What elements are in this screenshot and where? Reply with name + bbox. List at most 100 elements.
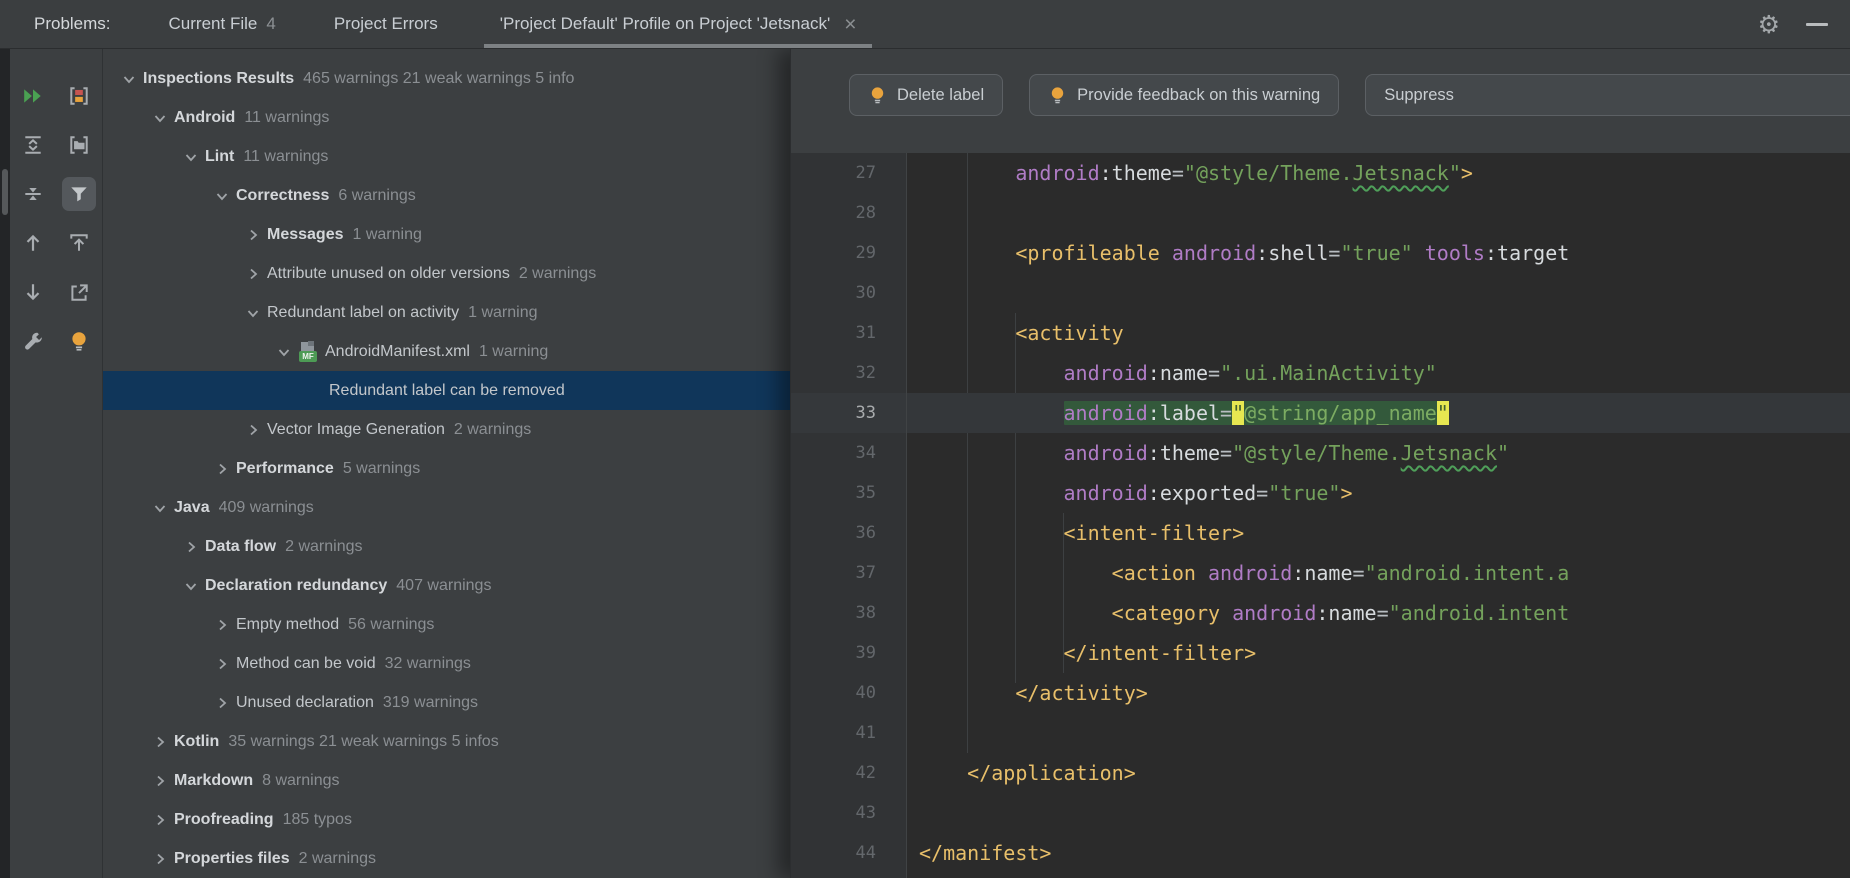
- chevron-down-icon[interactable]: [146, 110, 174, 126]
- expand-all-icon[interactable]: [16, 128, 50, 162]
- tree-item-count: 56 warnings: [348, 616, 434, 634]
- line-number: 41: [791, 713, 906, 753]
- tool-window-edge-strip: [0, 49, 10, 878]
- tab-current-file[interactable]: Current File4: [169, 0, 276, 48]
- code-editor[interactable]: 272829303132333435363738394041424344 and…: [791, 153, 1850, 878]
- hide-tool-window-icon[interactable]: [1806, 23, 1828, 26]
- code-line-39[interactable]: </intent-filter>: [907, 633, 1850, 673]
- filter-icon[interactable]: [62, 177, 96, 211]
- code-line-40[interactable]: </activity>: [907, 673, 1850, 713]
- token-s: "@style/Theme.: [1184, 161, 1353, 185]
- next-problem-icon[interactable]: [16, 275, 50, 309]
- token-n: :label: [1148, 401, 1220, 425]
- code-line-35[interactable]: android:exported="true">: [907, 473, 1850, 513]
- tab-label: 'Project Default' Profile on Project 'Je…: [500, 14, 830, 34]
- chevron-right-icon[interactable]: [239, 422, 267, 438]
- chevron-down-icon[interactable]: [177, 578, 205, 594]
- code-line-32[interactable]: android:name=".ui.MainActivity": [907, 353, 1850, 393]
- editor-gutter: 272829303132333435363738394041424344: [791, 153, 907, 878]
- tab-project-default-profile-on-project-jetsnack[interactable]: 'Project Default' Profile on Project 'Je…: [484, 0, 873, 48]
- code-line-44[interactable]: </manifest>: [907, 833, 1850, 873]
- chevron-down-icon[interactable]: [239, 305, 267, 321]
- indent: [919, 401, 1064, 425]
- tree-item-label: Performance: [236, 460, 334, 478]
- close-icon[interactable]: ×: [844, 14, 856, 35]
- code-line-42[interactable]: </application>: [907, 753, 1850, 793]
- code-line-29[interactable]: <profileable android:shell="true" tools:…: [907, 233, 1850, 273]
- token-t: </application>: [967, 761, 1136, 785]
- token-hs: @string/app_name: [1244, 401, 1437, 425]
- chevron-down-icon[interactable]: [115, 71, 143, 87]
- quick-fixes-icon[interactable]: [62, 324, 96, 358]
- previous-problem-icon[interactable]: [16, 226, 50, 260]
- token-w: [1196, 561, 1208, 585]
- chevron-right-icon[interactable]: [239, 227, 267, 243]
- tool-window-stripe-handle[interactable]: [2, 169, 8, 215]
- token-q: ": [1232, 401, 1244, 425]
- open-in-new-window-icon[interactable]: [62, 275, 96, 309]
- indent: [919, 681, 1015, 705]
- provide-feedback-on-this-warning-button[interactable]: Provide feedback on this warning: [1029, 74, 1339, 116]
- chevron-down-icon[interactable]: [208, 188, 236, 204]
- chevron-right-icon[interactable]: [208, 461, 236, 477]
- collapse-all-icon[interactable]: [16, 177, 50, 211]
- line-number: 34: [791, 433, 906, 473]
- inspection-settings-icon[interactable]: [16, 324, 50, 358]
- move-up-icon[interactable]: [62, 226, 96, 260]
- chevron-right-icon[interactable]: [239, 266, 267, 282]
- line-number: 36: [791, 513, 906, 553]
- token-s: "true": [1340, 241, 1412, 265]
- code-line-43[interactable]: [907, 793, 1850, 833]
- chevron-right-icon[interactable]: [146, 734, 174, 750]
- chevron-right-icon[interactable]: [208, 617, 236, 633]
- token-a: android: [1064, 481, 1148, 505]
- tree-item-count: 2 warnings: [285, 538, 362, 556]
- code-line-27[interactable]: android:theme="@style/Theme.Jetsnack">: [907, 153, 1850, 193]
- token-su: Jetsnack: [1401, 441, 1497, 465]
- token-t: </manifest>: [919, 841, 1051, 865]
- chevron-down-icon[interactable]: [146, 500, 174, 516]
- code-line-34[interactable]: android:theme="@style/Theme.Jetsnack": [907, 433, 1850, 473]
- chevron-right-icon[interactable]: [208, 695, 236, 711]
- code-line-30[interactable]: [907, 273, 1850, 313]
- line-number: 31: [791, 313, 906, 353]
- delete-label-button[interactable]: Delete label: [849, 74, 1003, 116]
- chevron-right-icon[interactable]: [146, 773, 174, 789]
- code-line-31[interactable]: <activity: [907, 313, 1850, 353]
- chevron-down-icon[interactable]: [270, 344, 298, 360]
- tree-item-label: Data flow: [205, 538, 276, 556]
- token-n: :name: [1316, 601, 1376, 625]
- editor-code-area[interactable]: android:theme="@style/Theme.Jetsnack"> <…: [907, 153, 1850, 878]
- suppress-button[interactable]: Suppress: [1365, 74, 1850, 116]
- chevron-right-icon[interactable]: [177, 539, 205, 555]
- indent: [919, 441, 1064, 465]
- code-line-33[interactable]: android:label="@string/app_name": [907, 393, 1850, 433]
- code-line-41[interactable]: [907, 713, 1850, 753]
- token-s: ": [1449, 161, 1461, 185]
- tree-item-count: 2 warnings: [454, 421, 531, 439]
- code-line-37[interactable]: <action android:name="android.intent.a: [907, 553, 1850, 593]
- severity-filter-icon[interactable]: [62, 79, 96, 113]
- lightbulb-icon: [1048, 85, 1067, 105]
- token-q: ": [1437, 401, 1449, 425]
- rerun-inspection-icon[interactable]: [16, 79, 50, 113]
- code-line-38[interactable]: <category android:name="android.intent: [907, 593, 1850, 633]
- group-by-directory-icon[interactable]: [62, 128, 96, 162]
- chevron-right-icon[interactable]: [146, 812, 174, 828]
- tree-item-label: Proofreading: [174, 811, 274, 829]
- tab-project-errors[interactable]: Project Errors: [334, 0, 438, 48]
- line-number: 28: [791, 193, 906, 233]
- chevron-right-icon[interactable]: [208, 656, 236, 672]
- tree-item-count: 1 warning: [468, 304, 537, 322]
- tree-item-label: Lint: [205, 148, 234, 166]
- code-line-36[interactable]: <intent-filter>: [907, 513, 1850, 553]
- token-n: :name: [1292, 561, 1352, 585]
- token-a: android: [1172, 241, 1256, 265]
- gear-icon[interactable]: ⚙: [1758, 12, 1780, 37]
- indent: [919, 481, 1064, 505]
- code-line-28[interactable]: [907, 193, 1850, 233]
- tree-item-label: Kotlin: [174, 733, 219, 751]
- chevron-down-icon[interactable]: [177, 149, 205, 165]
- chevron-right-icon[interactable]: [146, 851, 174, 867]
- token-s: ": [1497, 441, 1509, 465]
